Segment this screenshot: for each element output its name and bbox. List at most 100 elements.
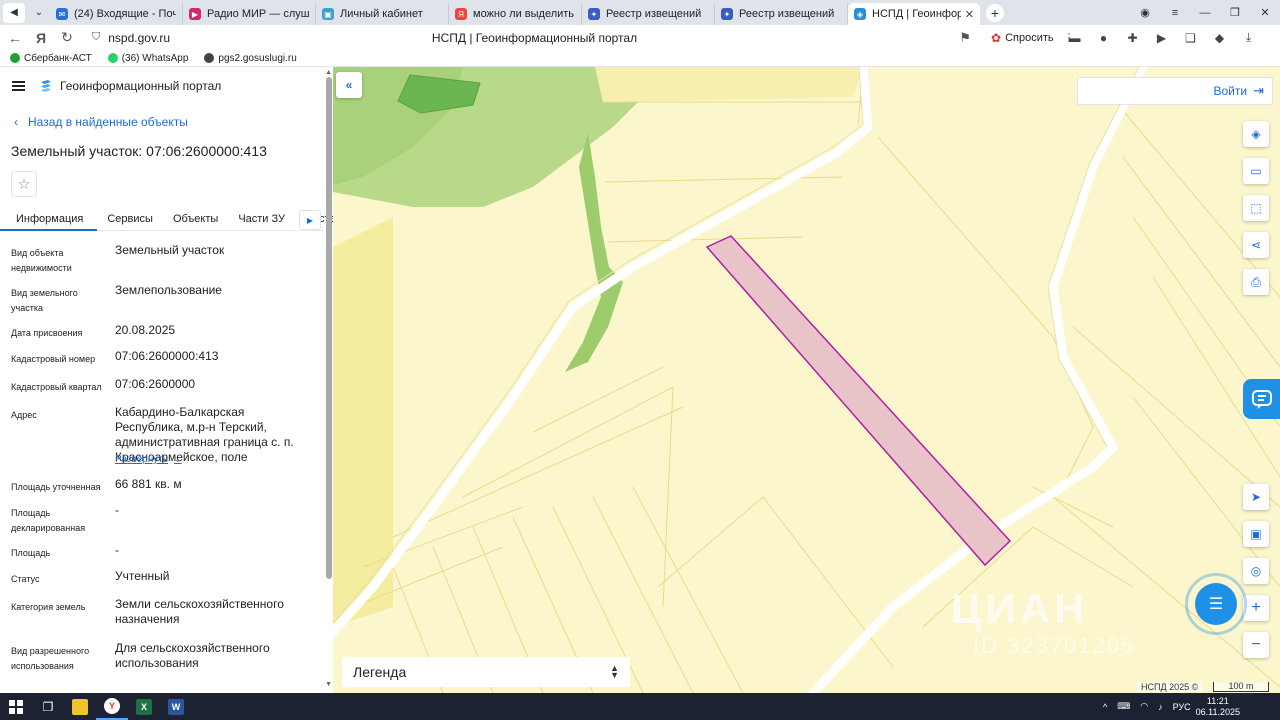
scroll-down-arrow-icon[interactable]: ▼ — [325, 681, 332, 688]
tabs-menu-chevron-icon[interactable]: ⌄ — [28, 3, 50, 23]
login-button[interactable]: Войти ⇥ — [1077, 77, 1273, 105]
panel-header: Геоинформационный портал — [12, 79, 221, 93]
shield-icon: ⛉ — [92, 31, 101, 43]
url-field[interactable]: ⛉ nspd.gov.ru НСПД | Геоинформационный п… — [92, 27, 977, 48]
task-view-icon[interactable]: ❐ — [32, 693, 64, 720]
back-arrow-icon[interactable]: ← — [4, 30, 26, 46]
file-explorer-icon[interactable] — [64, 693, 96, 720]
minimize-button[interactable]: — — [1190, 7, 1220, 19]
yandex-browser-icon[interactable]: Y — [96, 693, 128, 720]
browser-tab-0[interactable]: ✉ (24) Входящие - Почта Mail — [50, 3, 183, 25]
chat-button[interactable]: ☰ — [1185, 573, 1247, 635]
page-title-in-address: НСПД | Геоинформационный портал — [431, 30, 638, 45]
property-value: 07:06:2600000 — [115, 377, 196, 391]
share-icon[interactable]: ⋖ — [1243, 232, 1269, 258]
word-icon[interactable]: W — [160, 693, 192, 720]
chat-ring — [1185, 573, 1247, 635]
layers-icon[interactable]: ◈ — [1243, 121, 1269, 147]
property-value: Земли сельскохозяйственного назначения — [115, 597, 284, 626]
panel-tab-3[interactable]: Части ЗУ — [228, 207, 295, 231]
tabs-scroll-right-button[interactable]: ▶ — [299, 210, 321, 230]
navigate-arrow-icon[interactable]: ➤ — [1243, 484, 1269, 510]
hamburger-menu-icon[interactable] — [12, 81, 25, 91]
browser-tab-3[interactable]: Яможно ли выделить долю — [449, 3, 582, 25]
menu-icon[interactable]: ≡ — [1160, 7, 1190, 19]
start-button[interactable] — [0, 693, 32, 720]
property-value: Для сельскохозяйственного использования — [115, 641, 270, 670]
tab-label: НСПД | Геоинформационный — [872, 8, 961, 20]
legend-dropdown[interactable]: Легенда ▲ ▼ — [342, 657, 630, 687]
bookmark-icon[interactable]: ⚑ — [959, 30, 971, 46]
volume-icon[interactable]: ♪ — [1158, 702, 1163, 712]
property-label: Вид разрешенного использования — [11, 646, 90, 671]
browser-tab-bar: ◀ ⌄ ✉ (24) Входящие - Почта Mail ▶ Радио МИ… — [0, 0, 1280, 25]
new-tab-button[interactable]: + — [986, 3, 1004, 22]
bookmark-item-1[interactable]: (36) WhatsApp — [107, 53, 188, 64]
bookmark-item-0[interactable]: Сбербанк-АСТ — [10, 53, 92, 64]
browser-tab-2[interactable]: ▣ Личный кабинет — [316, 3, 449, 25]
browser-tab-1[interactable]: ▶ Радио МИР — слушать — [183, 3, 316, 25]
feedback-side-button[interactable] — [1243, 379, 1280, 419]
zoom-out-button[interactable]: − — [1243, 632, 1269, 658]
print-icon[interactable]: ⎙ — [1243, 269, 1269, 295]
minimap-icon[interactable]: ▣ — [1243, 521, 1269, 547]
selected-parcel[interactable] — [705, 235, 1012, 567]
property-value: 07:06:2600000:413 — [115, 349, 219, 363]
profile-icon[interactable]: ◉ — [1130, 6, 1160, 19]
tab-favicon-icon: Я — [455, 8, 467, 20]
collapse-panel-button[interactable]: « — [336, 72, 362, 98]
scroll-up-arrow-icon[interactable]: ▲ — [325, 69, 332, 76]
close-window-button[interactable]: ✕ — [1250, 6, 1280, 19]
keyboard-language[interactable]: РУС — [1173, 702, 1191, 712]
select-area-icon[interactable]: ⬚ — [1243, 195, 1269, 221]
close-tab-icon[interactable]: ✕ — [965, 8, 974, 21]
extension-icon-1[interactable]: ▬ — [1060, 31, 1089, 45]
sound-icon[interactable]: ◀ — [3, 2, 25, 23]
browser-tab-4[interactable]: ✦ Реестр извещений — [582, 3, 715, 25]
ask-icon: ✿ — [991, 30, 1002, 45]
property-label: Площадь — [11, 548, 51, 558]
browser-tab-5[interactable]: ✦ Реестр извещений — [715, 3, 848, 25]
restore-button[interactable]: ❐ — [1220, 6, 1250, 19]
notifications-icon[interactable]: ◆ — [1205, 31, 1234, 45]
panel-tab-1[interactable]: Сервисы — [97, 207, 163, 231]
locate-icon[interactable]: ◎ — [1243, 558, 1269, 584]
reload-icon[interactable]: ↻ — [56, 29, 78, 46]
tab-favicon-icon: ▣ — [322, 8, 334, 20]
tray-chevron-icon[interactable]: ^ — [1103, 702, 1107, 712]
zoom-in-button[interactable]: + — [1243, 595, 1269, 621]
ruler-icon[interactable]: ▭ — [1243, 158, 1269, 184]
bookmark-item-2[interactable]: pgs2.gosuslugi.ru — [204, 53, 297, 64]
back-to-results-link[interactable]: ‹ Назад в найденные объекты — [14, 115, 188, 129]
wifi-icon[interactable]: ◠ — [1140, 701, 1148, 712]
map-canvas[interactable]: ЦИАН ID 323701205 « Войти ⇥ ◈ ▭ ⬚ ⋖ ⎙ ➤ … — [333, 67, 1280, 693]
url-text: nspd.gov.ru — [108, 30, 171, 45]
tab-label: (24) Входящие - Почта Mail — [74, 8, 176, 20]
extension-icon-2[interactable]: ● — [1089, 31, 1118, 45]
clock[interactable]: 11:21 06.11.2025 — [1196, 696, 1240, 718]
collections-icon[interactable]: ❏ — [1176, 31, 1205, 45]
tab-label: Реестр извещений — [606, 8, 702, 20]
tab-favicon-icon: ◈ — [854, 8, 866, 20]
downloads-icon[interactable]: ⤓ — [1234, 30, 1263, 45]
panel-tabs: ИнформацияСервисыОбъектыЧасти ЗУСостав — [0, 207, 333, 231]
panel-tab-0[interactable]: Информация — [0, 207, 98, 231]
extensions-puzzle-icon[interactable]: ✚ — [1118, 31, 1147, 45]
panel-scrollbar[interactable] — [326, 77, 332, 579]
favorite-star-button[interactable]: ☆ — [11, 171, 37, 197]
property-value: Землепользование — [115, 283, 222, 297]
property-value: Учтенный — [115, 569, 170, 583]
object-info-panel: Геоинформационный портал ‹ Назад в найде… — [0, 67, 333, 693]
bookmarks-bar: Сбербанк-АСТ (36) WhatsApp pgs2.gosuslugi.… — [0, 50, 1280, 67]
browser-tab-6[interactable]: ◈ НСПД | Геоинформационный ✕ — [848, 3, 980, 25]
network-icon[interactable]: ⌨ — [1117, 701, 1130, 712]
media-icon[interactable]: ▶ — [1147, 31, 1176, 45]
field-top — [595, 67, 863, 102]
panel-tab-2[interactable]: Объекты — [163, 207, 228, 231]
login-label: Войти — [1213, 84, 1248, 98]
expand-address-link[interactable]: Развернуть ⌄ — [115, 454, 182, 465]
excel-icon[interactable]: X — [128, 693, 160, 720]
yandex-logo-icon[interactable]: Я — [30, 30, 52, 46]
windows-taskbar: ❐ Y X W ^ ⌨ ◠ ♪ РУС 11:21 06.11.2025 — [0, 693, 1280, 720]
property-value: - — [115, 503, 119, 517]
